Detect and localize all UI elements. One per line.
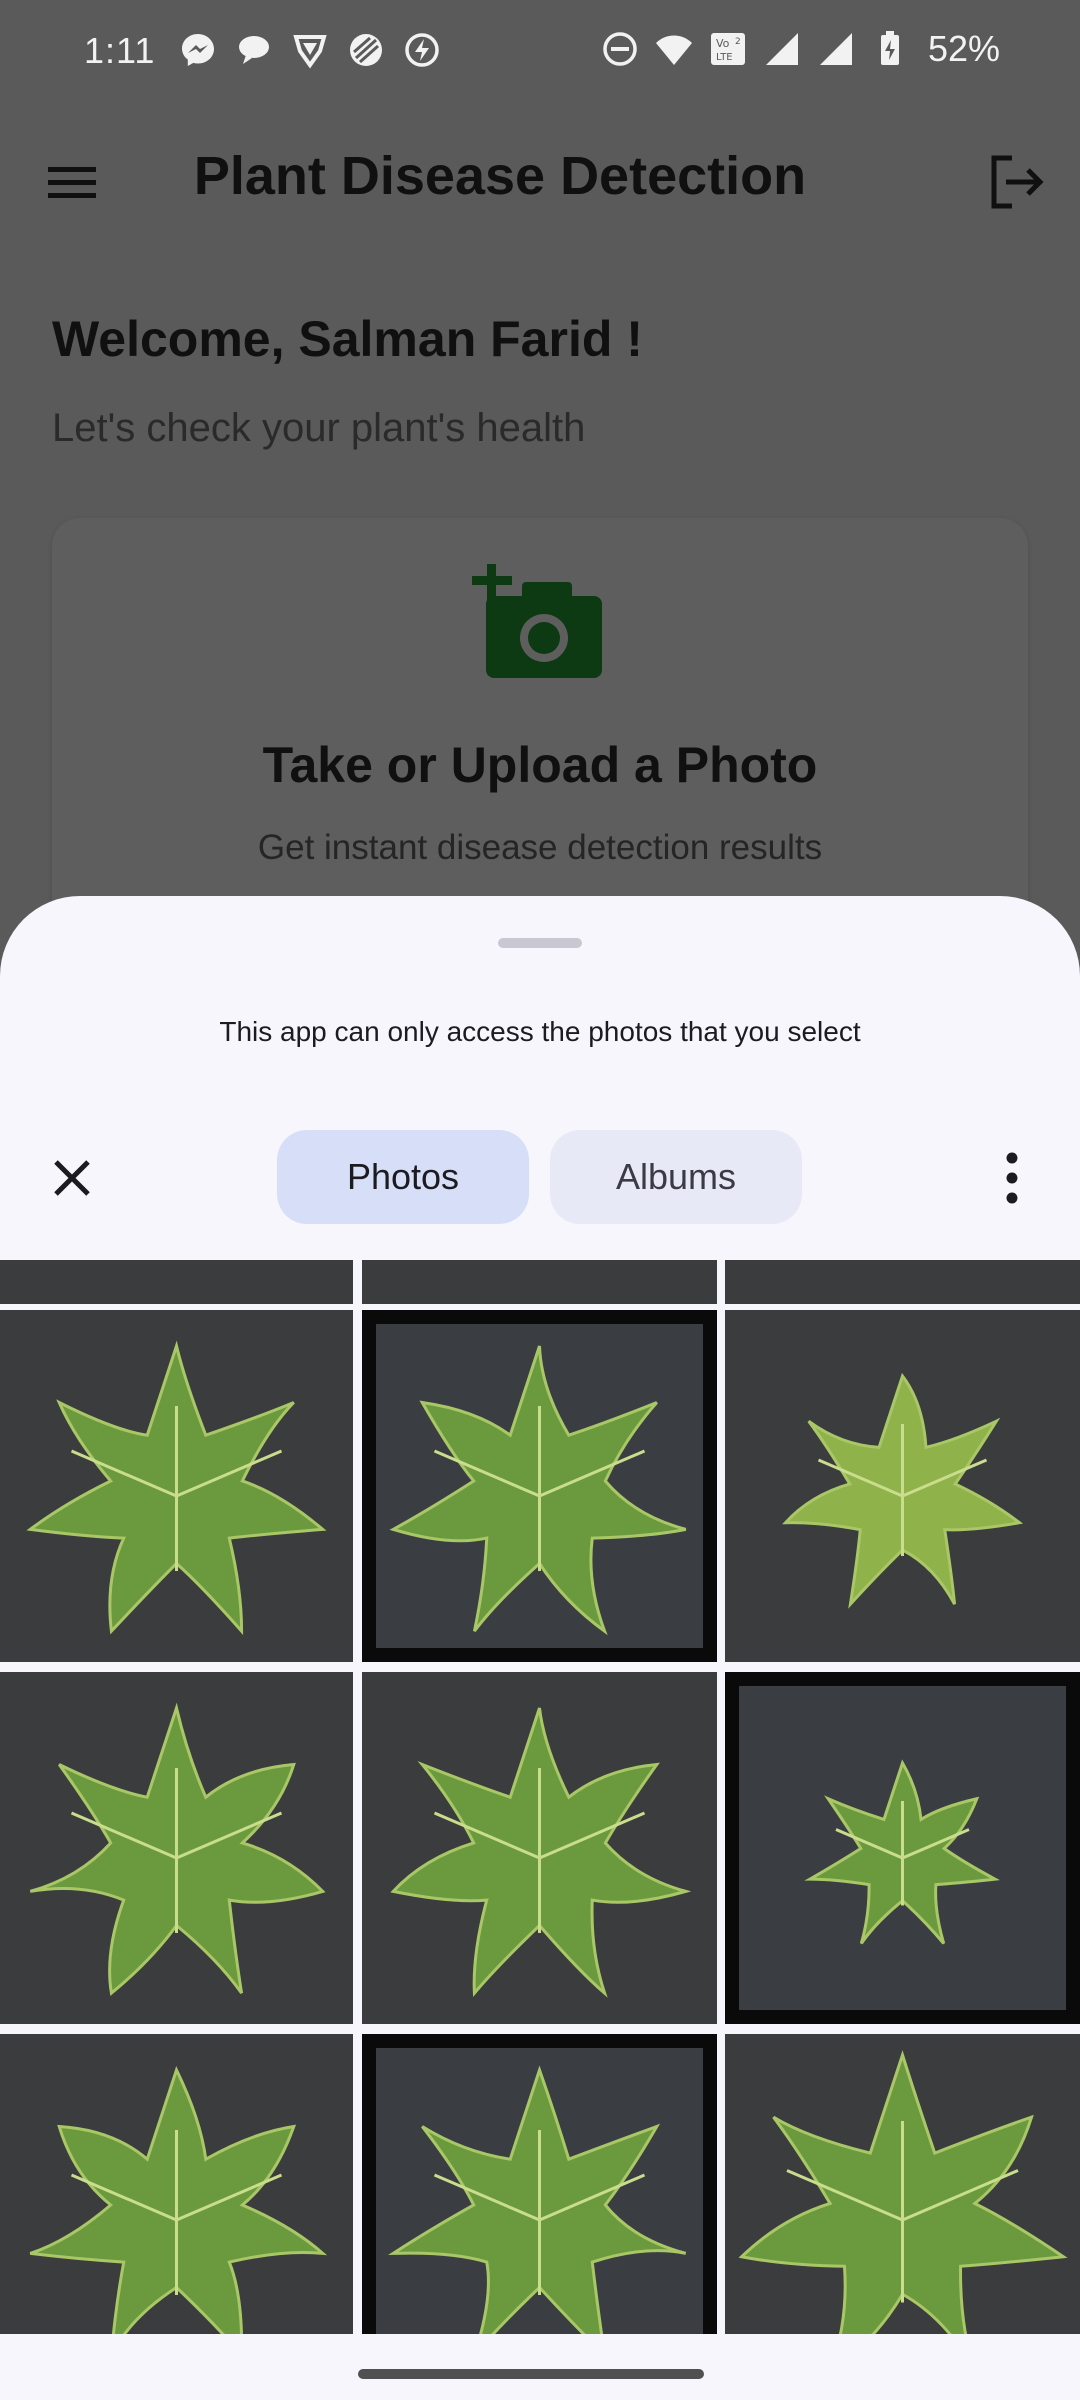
system-icons: Vo LTE 2 52% xyxy=(600,28,1000,70)
svg-text:LTE: LTE xyxy=(716,52,733,63)
battery-percentage: 52% xyxy=(928,28,1000,70)
messenger-icon xyxy=(178,30,218,70)
photo-picker-sheet: This app can only access the photos that… xyxy=(0,896,1080,2400)
gesture-nav-area xyxy=(0,2334,1080,2400)
card-subtitle: Get instant disease detection results xyxy=(52,828,1028,868)
svg-text:2: 2 xyxy=(735,37,741,47)
screen: 1:11 Vo LTE 2 52% Plant Disease Detection … xyxy=(0,0,1080,2400)
photo-thumbnail-partial[interactable] xyxy=(725,1260,1080,1304)
photo-thumbnail[interactable] xyxy=(0,1672,353,2024)
battery-charging-icon xyxy=(870,29,910,69)
volte-icon: Vo LTE2 xyxy=(708,29,748,69)
wifi-icon xyxy=(654,29,694,69)
card-title: Take or Upload a Photo xyxy=(52,736,1028,794)
access-note: This app can only access the photos that… xyxy=(0,1016,1080,1048)
app-icon xyxy=(346,30,386,70)
bolt-icon xyxy=(402,30,442,70)
photo-thumbnail[interactable] xyxy=(725,1672,1080,2024)
chat-bubble-icon xyxy=(234,30,274,70)
svg-text:Vo: Vo xyxy=(716,37,730,50)
more-vertical-icon[interactable] xyxy=(990,1148,1034,1208)
vpn-shield-icon xyxy=(290,30,330,70)
status-time: 1:11 xyxy=(84,30,155,72)
app-bar: Plant Disease Detection xyxy=(0,110,1080,250)
photo-thumbnail-partial[interactable] xyxy=(362,1260,717,1304)
photo-grid xyxy=(0,1262,1080,2400)
photo-thumbnail[interactable] xyxy=(362,1310,717,1662)
add-photo-camera-icon xyxy=(472,564,612,684)
app-title-text: Plant Disease Detection xyxy=(194,146,806,206)
tab-photos[interactable]: Photos xyxy=(277,1130,529,1224)
photo-thumbnail[interactable] xyxy=(725,1310,1080,1662)
photo-thumbnail[interactable] xyxy=(362,1672,717,2024)
photo-thumbnail-partial[interactable] xyxy=(0,1260,353,1304)
status-bar: 1:11 Vo LTE 2 52% xyxy=(0,0,1080,110)
logout-icon[interactable] xyxy=(982,148,1050,216)
close-icon[interactable] xyxy=(44,1150,100,1206)
welcome-subtitle: Let's check your plant's health xyxy=(52,406,585,451)
app-title: Plant Disease Detection xyxy=(0,145,1000,207)
tab-albums[interactable]: Albums xyxy=(550,1130,802,1224)
gesture-nav-pill[interactable] xyxy=(358,2369,704,2379)
signal-icon xyxy=(762,29,802,69)
notification-icons xyxy=(178,30,442,70)
drag-handle[interactable] xyxy=(498,938,582,948)
photo-thumbnail[interactable] xyxy=(0,1310,353,1662)
do-not-disturb-icon xyxy=(600,29,640,69)
welcome-heading: Welcome, Salman Farid ! xyxy=(52,310,643,368)
signal-icon xyxy=(816,29,856,69)
